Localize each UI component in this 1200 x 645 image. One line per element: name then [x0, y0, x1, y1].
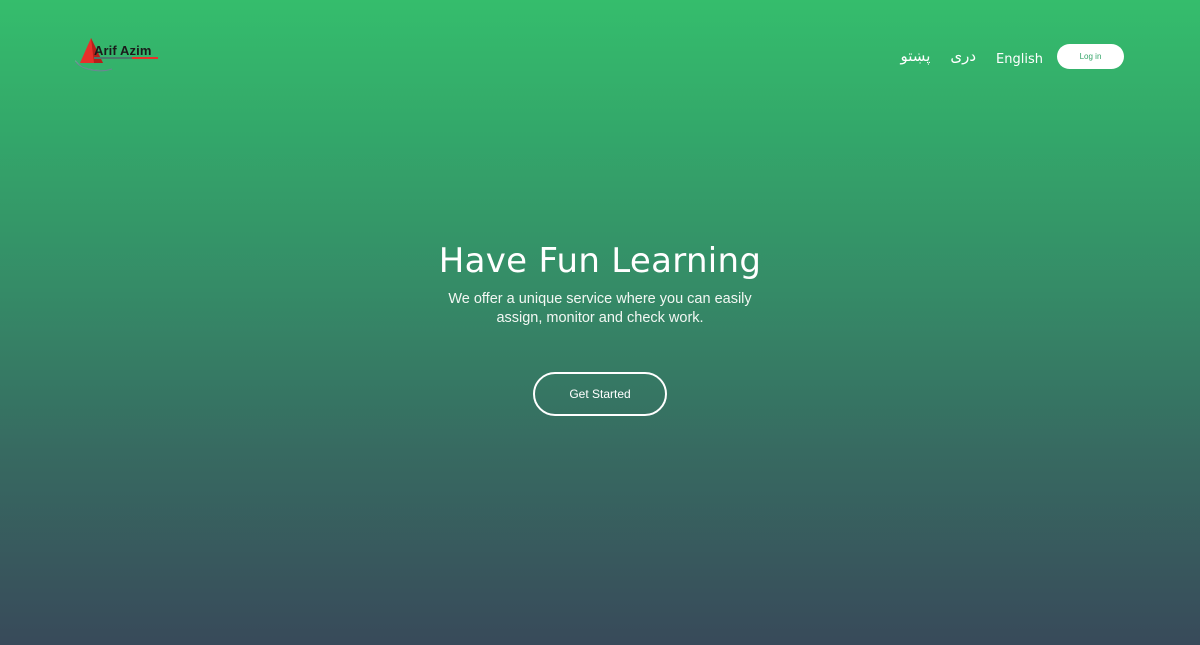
language-link-english[interactable]: English: [996, 42, 1043, 72]
landing-page: Arif Azim پښتو دری English Log in Have F…: [0, 0, 1200, 645]
language-link-pashto[interactable]: پښتو: [901, 44, 931, 69]
brand-logo[interactable]: Arif Azim: [72, 36, 162, 76]
hero-section: Have Fun Learning We offer a unique serv…: [0, 240, 1200, 416]
language-link-dari[interactable]: دری: [950, 44, 976, 69]
top-nav: پښتو دری English Log in: [901, 44, 1124, 69]
hero-subtitle: We offer a unique service where you can …: [448, 291, 752, 326]
hero-title: Have Fun Learning: [438, 241, 762, 281]
get-started-button[interactable]: Get Started: [533, 372, 667, 416]
login-button[interactable]: Log in: [1057, 44, 1124, 69]
brand-name: Arif Azim: [94, 43, 152, 58]
